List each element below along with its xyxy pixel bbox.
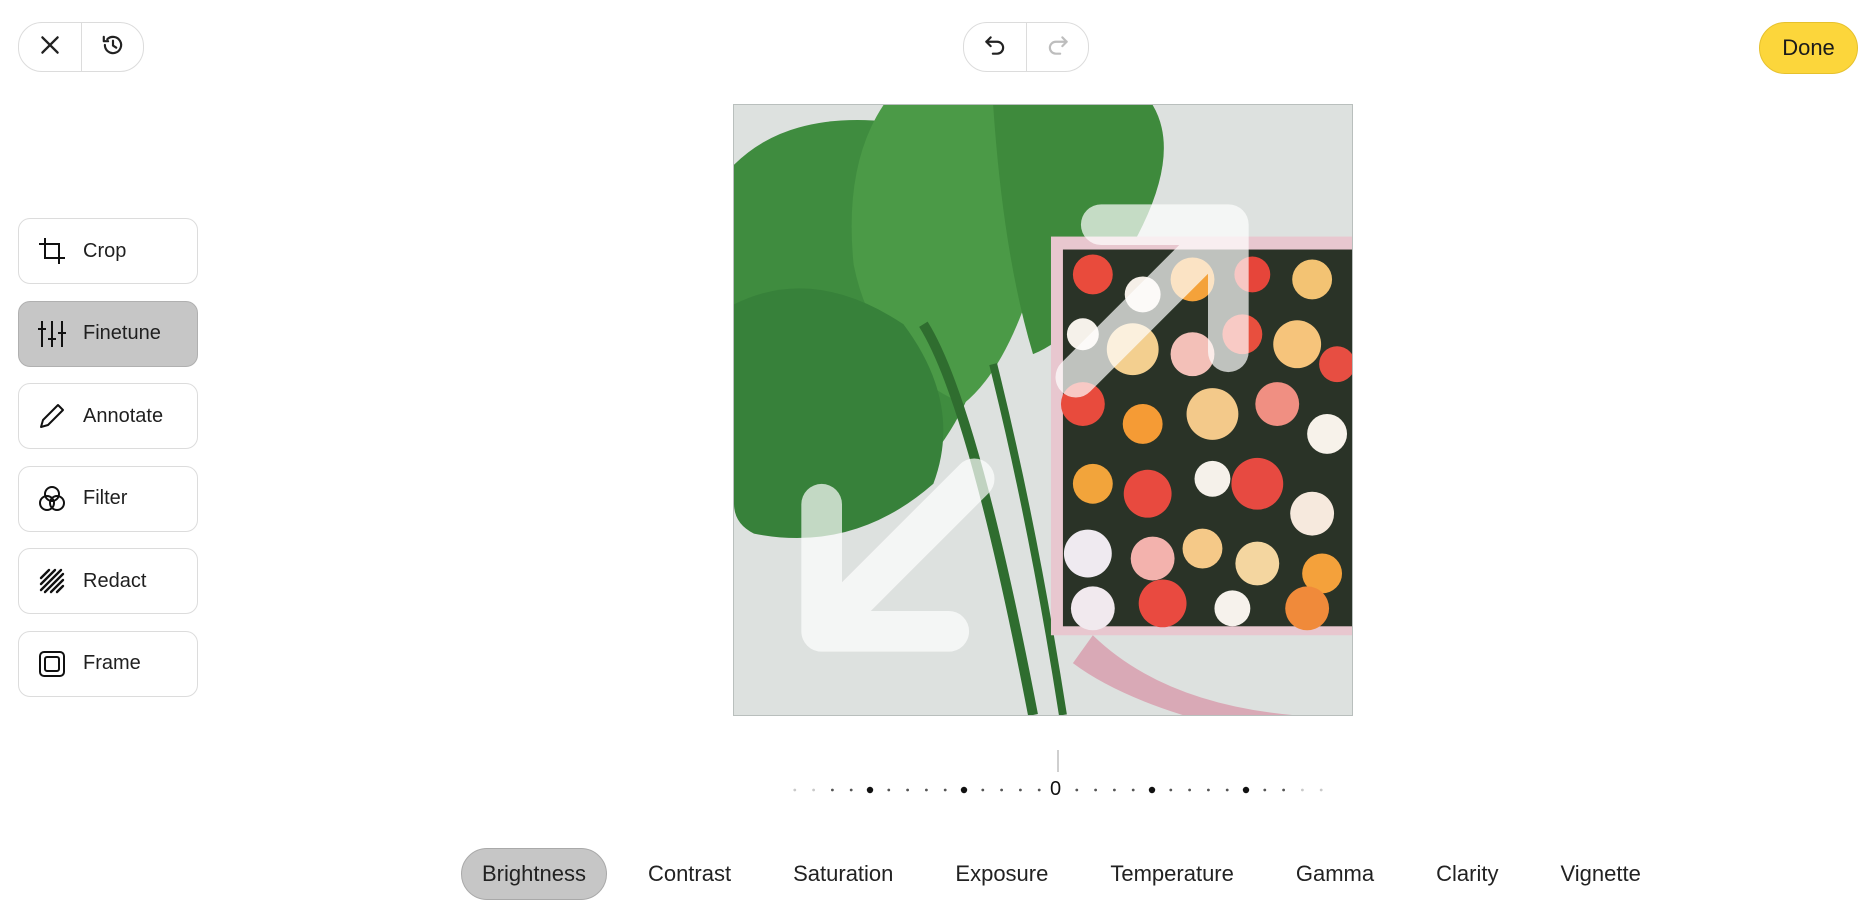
tab-clarity[interactable]: Clarity [1415, 848, 1519, 900]
tool-label: Finetune [83, 322, 161, 344]
slider-tick [831, 788, 834, 792]
slider-tick [943, 788, 947, 792]
tool-finetune[interactable]: Finetune [18, 300, 198, 367]
sliders-icon [37, 319, 67, 349]
slider-tick [1037, 788, 1041, 792]
undo-icon [982, 32, 1008, 63]
slider-tick [1319, 788, 1323, 792]
slider-tick [1019, 788, 1022, 792]
tool-filter[interactable]: Filter [18, 465, 198, 532]
tool-frame[interactable]: Frame [18, 630, 198, 697]
tab-exposure[interactable]: Exposure [934, 848, 1069, 900]
done-button[interactable]: Done [1759, 22, 1858, 74]
top-left-controls [18, 22, 144, 72]
slider-tick [1131, 788, 1135, 792]
redo-icon [1045, 32, 1071, 63]
tool-redact[interactable]: Redact [18, 548, 198, 614]
tab-saturation[interactable]: Saturation [772, 848, 914, 900]
slider-tick [960, 786, 968, 794]
tool-annotate[interactable]: Annotate [18, 383, 198, 449]
frame-icon [37, 649, 67, 679]
image-preview[interactable] [733, 104, 1353, 716]
slider-tick [1000, 788, 1003, 792]
tab-gamma[interactable]: Gamma [1275, 848, 1395, 900]
history-controls [963, 22, 1089, 72]
slider-tick [866, 786, 874, 794]
slider-tick [887, 788, 891, 792]
redo-button[interactable] [1026, 23, 1088, 71]
history-icon [100, 32, 126, 63]
redact-hatch-icon [37, 566, 67, 596]
tool-label: Frame [83, 652, 141, 674]
slider-tick [906, 788, 909, 792]
slider-tick [1148, 786, 1156, 794]
expand-icon[interactable] [733, 123, 1334, 716]
slider-tick [849, 788, 853, 792]
slider-tick [1282, 788, 1285, 792]
slider-tick [1075, 788, 1079, 792]
tool-label: Crop [83, 239, 127, 262]
slider-tick [1225, 788, 1229, 792]
brightness-slider[interactable]: 0 [700, 748, 1420, 808]
filter-circles-icon [37, 484, 67, 514]
tool-label: Annotate [83, 404, 164, 427]
slider-tick [793, 788, 797, 792]
tool-crop[interactable]: Crop [18, 218, 198, 284]
slider-value: 0 [1050, 778, 1062, 800]
slider-tick [1113, 788, 1116, 792]
close-button[interactable] [19, 23, 81, 71]
slider-tick [1169, 788, 1173, 792]
tab-vignette[interactable]: Vignette [1539, 848, 1661, 900]
image-editor: Done Crop Finetune Annotate Filter Redac… [0, 0, 1861, 902]
tool-panel: Crop Finetune Annotate Filter Redact Fra… [18, 218, 198, 713]
pencil-icon [37, 401, 67, 431]
crop-icon [37, 236, 67, 266]
adjustment-tabs: Brightness Contrast Saturation Exposure … [461, 848, 1682, 900]
slider-tick [1188, 788, 1191, 792]
tool-label: Filter [83, 487, 128, 509]
tab-brightness[interactable]: Brightness [461, 848, 607, 900]
tool-label: Redact [83, 569, 147, 592]
slider-tick [1242, 786, 1250, 794]
slider-center-mark [1057, 750, 1059, 772]
tab-contrast[interactable]: Contrast [627, 848, 752, 900]
slider-tick [981, 788, 985, 792]
slider-tick [1094, 788, 1097, 792]
undo-button[interactable] [964, 23, 1026, 71]
close-icon [37, 32, 63, 63]
slider-tick [812, 788, 815, 792]
slider-tick [1263, 788, 1267, 792]
slider-tick [1207, 788, 1210, 792]
history-button[interactable] [81, 23, 143, 71]
slider-tick [1301, 788, 1304, 792]
slider-tick [925, 788, 928, 792]
tab-temperature[interactable]: Temperature [1089, 848, 1255, 900]
